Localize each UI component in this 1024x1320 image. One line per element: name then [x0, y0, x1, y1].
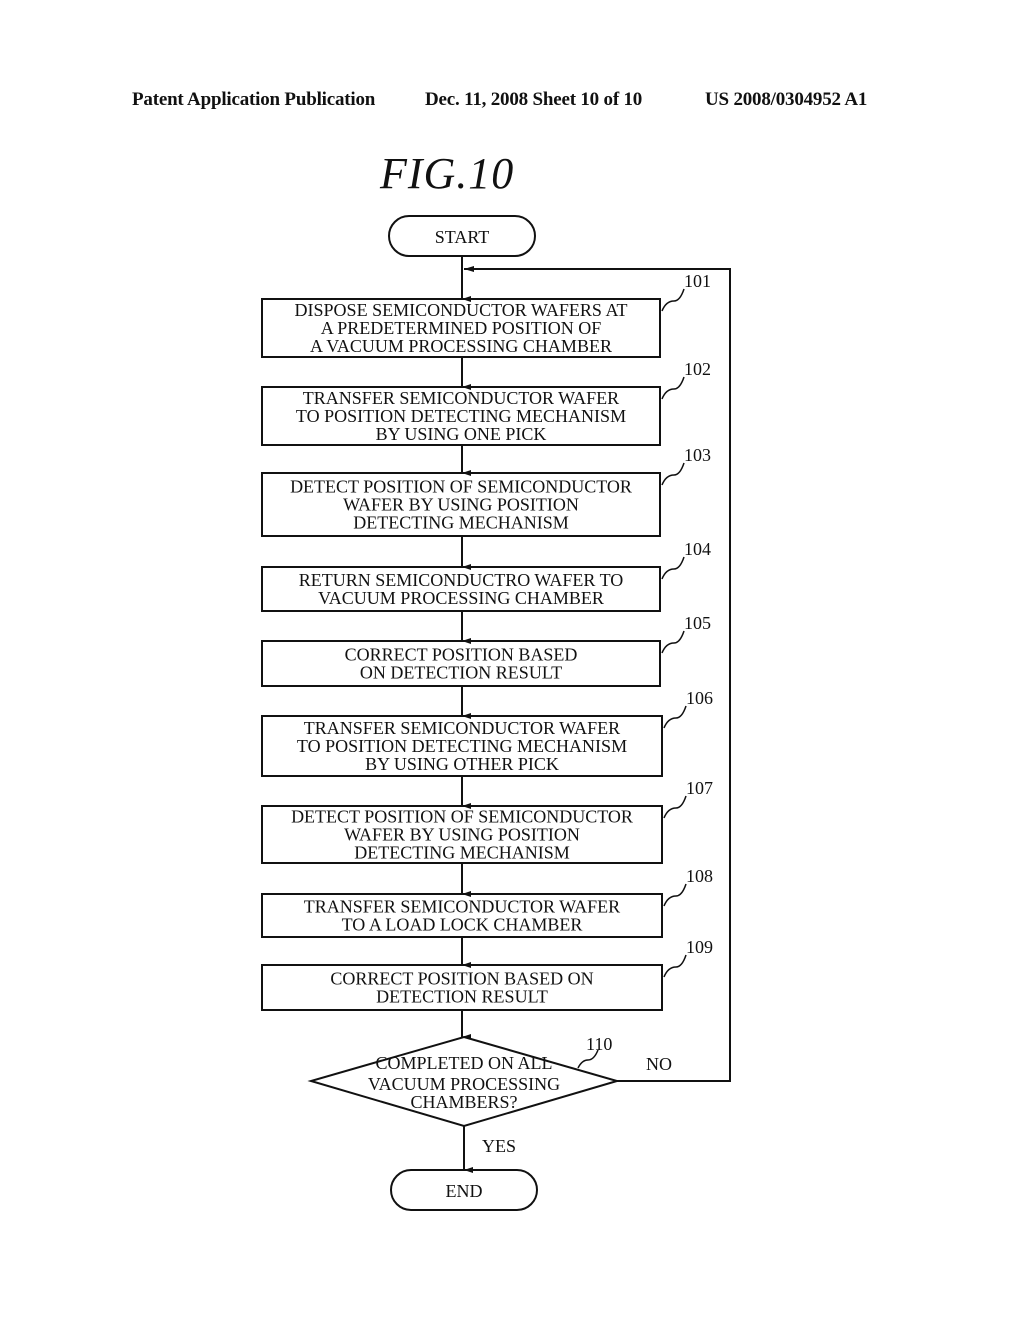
decision-text: CHAMBERS? [410, 1092, 517, 1112]
step-text-103: WAFER BY USING POSITION [343, 495, 579, 515]
leader-line-107 [663, 795, 687, 819]
step-text-105: ON DETECTION RESULT [360, 663, 562, 683]
step-text-107: DETECTING MECHANISM [354, 843, 570, 863]
leader-line-106 [663, 705, 687, 729]
leader-line-103 [661, 462, 685, 486]
step-text-105: CORRECT POSITION BASED [345, 645, 578, 665]
step-text-104: VACUUM PROCESSING CHAMBER [318, 588, 604, 608]
step-text-101: A VACUUM PROCESSING CHAMBER [310, 336, 612, 356]
step-text-108: TO A LOAD LOCK CHAMBER [342, 915, 583, 935]
step-text-104: RETURN SEMICONDUCTRO WAFER TO [299, 570, 624, 590]
ref-number-104: 104 [684, 539, 711, 559]
step-text-103: DETECT POSITION OF SEMICONDUCTOR [290, 477, 632, 497]
yes-label: YES [482, 1136, 516, 1156]
step-text-102: TO POSITION DETECTING MECHANISM [296, 406, 626, 426]
leader-line-101 [661, 288, 685, 312]
flowchart: START DISPOSE SEMICONDUCTOR WAFERS ATA PR… [261, 215, 731, 1211]
step-text-101: A PREDETERMINED POSITION OF [321, 318, 602, 338]
ref-number-110: 110 [586, 1034, 612, 1054]
step-text-108: TRANSFER SEMICONDUCTOR WAFER [304, 897, 620, 917]
step-text-101: DISPOSE SEMICONDUCTOR WAFERS AT [295, 300, 628, 320]
step-text-109: DETECTION RESULT [376, 987, 548, 1007]
step-text-102: TRANSFER SEMICONDUCTOR WAFER [303, 388, 619, 408]
step-text-109: CORRECT POSITION BASED ON [330, 969, 593, 989]
start-label: START [435, 227, 489, 247]
leader-line-108 [663, 883, 687, 907]
ref-number-103: 103 [684, 445, 711, 465]
decision-text: VACUUM PROCESSING [368, 1074, 560, 1094]
decision-text: COMPLETED ON ALL [376, 1053, 553, 1073]
step-text-106: TRANSFER SEMICONDUCTOR WAFER [304, 718, 620, 738]
step-text-103: DETECTING MECHANISM [353, 513, 569, 533]
step-text-102: BY USING ONE PICK [376, 424, 547, 444]
ref-number-109: 109 [686, 937, 713, 957]
step-text-106: TO POSITION DETECTING MECHANISM [297, 736, 627, 756]
ref-number-108: 108 [686, 866, 713, 886]
ref-number-101: 101 [684, 271, 711, 291]
ref-number-106: 106 [686, 688, 713, 708]
step-text-107: WAFER BY USING POSITION [344, 825, 580, 845]
ref-number-105: 105 [684, 613, 711, 633]
step-text-106: BY USING OTHER PICK [365, 754, 559, 774]
no-label: NO [646, 1054, 672, 1074]
step-text-107: DETECT POSITION OF SEMICONDUCTOR [291, 807, 633, 827]
end-label: END [446, 1181, 483, 1201]
ref-number-102: 102 [684, 359, 711, 379]
leader-line-105 [661, 630, 685, 654]
ref-number-107: 107 [686, 778, 713, 798]
leader-line-109 [663, 954, 687, 978]
leader-line-102 [661, 376, 685, 400]
leader-line-104 [661, 556, 685, 580]
